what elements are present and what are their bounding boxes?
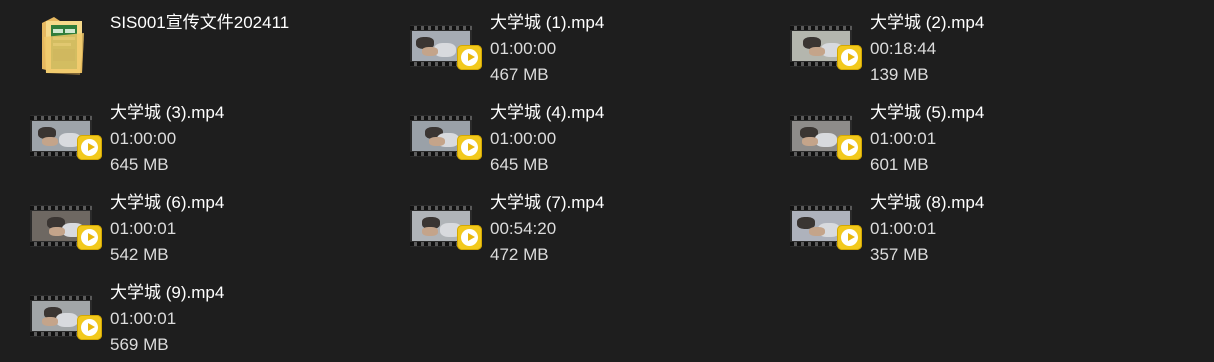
video-file-item[interactable]: 大学城 (5).mp4 01:00:01 601 MB [790, 99, 1160, 185]
video-file-name: 大学城 (3).mp4 [110, 103, 225, 122]
video-file-item[interactable]: 大学城 (6).mp4 01:00:01 542 MB [30, 189, 400, 275]
video-file-item[interactable]: 大学城 (3).mp4 01:00:00 645 MB [30, 99, 400, 185]
video-file-item[interactable]: 大学城 (8).mp4 01:00:01 357 MB [790, 189, 1160, 275]
video-file-name: 大学城 (1).mp4 [490, 13, 605, 32]
film-perforations [790, 26, 852, 30]
video-meta: 大学城 (6).mp4 01:00:01 542 MB [110, 189, 224, 268]
video-thumbnail [30, 279, 106, 362]
video-file-size: 645 MB [110, 155, 169, 174]
video-file-size: 645 MB [490, 155, 549, 174]
frame-shape [429, 137, 445, 146]
film-perforations [790, 116, 852, 120]
frame-shape [56, 313, 78, 327]
frame-shape [422, 227, 438, 236]
video-file-size: 467 MB [490, 65, 549, 84]
video-thumbnail [790, 99, 866, 185]
video-file-size: 472 MB [490, 245, 549, 264]
play-badge-icon [77, 135, 102, 160]
video-thumbnail [410, 189, 486, 275]
frame-shape [49, 227, 65, 236]
video-file-item[interactable]: 大学城 (2).mp4 00:18:44 139 MB [790, 9, 1160, 95]
frame-shape [809, 47, 825, 56]
video-file-size: 569 MB [110, 335, 169, 354]
play-triangle-icon [88, 143, 95, 151]
frame-shape [42, 317, 58, 326]
file-explorer-content-view: SIS001宣传文件202411 大学城 (1).mp4 01:00:00 46… [0, 0, 1214, 362]
video-thumbnail [30, 189, 106, 275]
video-meta: 大学城 (2).mp4 00:18:44 139 MB [870, 9, 984, 88]
video-file-size: 139 MB [870, 65, 929, 84]
play-badge-icon [77, 225, 102, 250]
film-perforations [410, 26, 472, 30]
play-badge-icon [837, 225, 862, 250]
video-file-item[interactable]: 大学城 (7).mp4 00:54:20 472 MB [410, 189, 780, 275]
video-file-name: 大学城 (5).mp4 [870, 103, 985, 122]
video-thumbnail [410, 99, 486, 185]
play-badge-icon [457, 135, 482, 160]
play-triangle-icon [848, 143, 855, 151]
video-meta: 大学城 (4).mp4 01:00:00 645 MB [490, 99, 604, 178]
video-thumbnail [410, 9, 486, 95]
play-badge-icon [457, 45, 482, 70]
video-duration: 01:00:01 [110, 309, 177, 328]
video-duration: 01:00:01 [870, 129, 937, 148]
video-duration: 01:00:01 [110, 219, 177, 238]
frame-shape [802, 137, 818, 146]
film-perforations [30, 116, 92, 120]
film-perforations [410, 206, 472, 210]
play-badge-icon [837, 135, 862, 160]
video-meta: 大学城 (7).mp4 00:54:20 472 MB [490, 189, 604, 268]
play-badge-icon [837, 45, 862, 70]
video-file-name: 大学城 (8).mp4 [870, 193, 985, 212]
video-file-name: 大学城 (9).mp4 [110, 283, 225, 302]
video-duration: 01:00:00 [490, 39, 557, 58]
video-thumbnail [790, 9, 866, 95]
play-triangle-icon [848, 233, 855, 241]
video-file-item[interactable]: 大学城 (9).mp4 01:00:01 569 MB [30, 279, 400, 362]
play-triangle-icon [468, 233, 475, 241]
video-duration: 00:54:20 [490, 219, 557, 238]
play-triangle-icon [88, 323, 95, 331]
play-triangle-icon [468, 143, 475, 151]
video-file-size: 357 MB [870, 245, 929, 264]
frame-shape [422, 47, 438, 56]
frame-shape [42, 137, 58, 146]
video-meta: 大学城 (9).mp4 01:00:01 569 MB [110, 279, 224, 358]
video-file-name: 大学城 (7).mp4 [490, 193, 605, 212]
video-file-name: 大学城 (6).mp4 [110, 193, 225, 212]
folder-thumbnail [30, 9, 106, 95]
play-triangle-icon [848, 53, 855, 61]
video-file-size: 601 MB [870, 155, 929, 174]
folder-icon [42, 17, 84, 75]
film-perforations [30, 296, 92, 300]
video-duration: 01:00:00 [490, 129, 557, 148]
frame-shape [809, 227, 825, 236]
video-meta: 大学城 (5).mp4 01:00:01 601 MB [870, 99, 984, 178]
video-meta: 大学城 (8).mp4 01:00:01 357 MB [870, 189, 984, 268]
video-file-name: 大学城 (2).mp4 [870, 13, 985, 32]
video-file-item[interactable]: 大学城 (4).mp4 01:00:00 645 MB [410, 99, 780, 185]
frame-shape [815, 133, 837, 147]
play-triangle-icon [88, 233, 95, 241]
video-duration: 01:00:00 [110, 129, 177, 148]
folder-item[interactable]: SIS001宣传文件202411 [30, 9, 400, 95]
video-file-size: 542 MB [110, 245, 169, 264]
play-badge-icon [77, 315, 102, 340]
folder-meta: SIS001宣传文件202411 [110, 9, 289, 36]
video-file-item[interactable]: 大学城 (1).mp4 01:00:00 467 MB [410, 9, 780, 95]
video-duration: 00:18:44 [870, 39, 937, 58]
film-perforations [790, 206, 852, 210]
film-perforations [410, 116, 472, 120]
video-meta: 大学城 (3).mp4 01:00:00 645 MB [110, 99, 224, 178]
video-file-name: 大学城 (4).mp4 [490, 103, 605, 122]
folder-name: SIS001宣传文件202411 [110, 13, 290, 32]
video-duration: 01:00:01 [870, 219, 937, 238]
play-badge-icon [457, 225, 482, 250]
video-meta: 大学城 (1).mp4 01:00:00 467 MB [490, 9, 604, 88]
play-triangle-icon [468, 53, 475, 61]
video-thumbnail [30, 99, 106, 185]
video-thumbnail [790, 189, 866, 275]
film-perforations [30, 206, 92, 210]
